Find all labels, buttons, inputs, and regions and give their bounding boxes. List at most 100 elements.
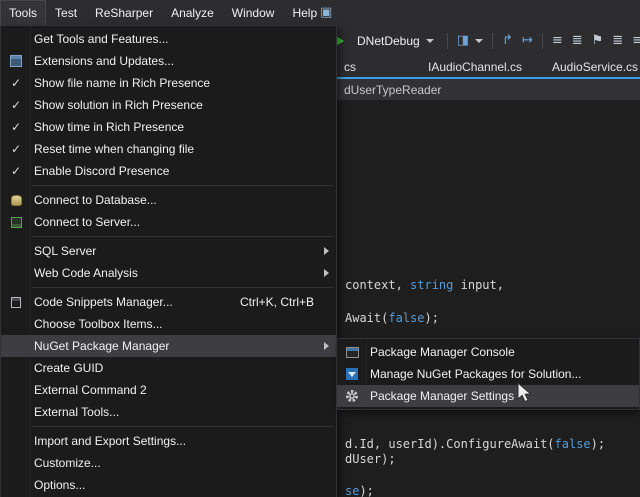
code-text: );	[424, 311, 438, 325]
menu-item-get-tools-and-features[interactable]: Get Tools and Features...	[1, 28, 336, 50]
snippets-icon-shape	[11, 297, 21, 308]
list-members-icon[interactable]: ≣	[612, 33, 623, 48]
chevron-down-icon	[475, 39, 483, 43]
tab-audioservice[interactable]: AudioService.cs	[552, 56, 638, 77]
menu-item-connect-to-server[interactable]: Connect to Server...	[1, 211, 336, 233]
server-icon-shape	[11, 217, 22, 228]
menu-item-web-code-analysis[interactable]: Web Code Analysis	[1, 262, 336, 284]
toolbar-separator	[542, 33, 543, 49]
menu-item-import-export-settings[interactable]: Import and Export Settings...	[1, 430, 336, 452]
type-dropdown[interactable]: dUserTypeReader	[344, 79, 441, 100]
menu-item-label: External Command 2	[34, 383, 147, 397]
nuget-package-icon	[337, 363, 367, 385]
console-icon	[337, 341, 367, 363]
tab-clipped-cs[interactable]: cs	[344, 56, 356, 77]
step-over-icon[interactable]: ↦	[522, 33, 533, 48]
menubar-item-tools[interactable]: Tools	[0, 0, 46, 25]
extensions-icon-shape	[10, 55, 22, 67]
menu-bar: Tools Test ReSharper Analyze Window Help…	[0, 0, 640, 25]
submenu-arrow-icon	[324, 247, 329, 255]
start-debugging-icon[interactable]	[336, 36, 344, 46]
submenu-arrow-icon	[324, 342, 329, 350]
debug-target-selector[interactable]: DNetDebug	[353, 32, 438, 50]
menu-item-choose-toolbox-items[interactable]: Choose Toolbox Items...	[1, 313, 336, 335]
indent-icon[interactable]: ≣	[572, 33, 583, 48]
tools-menu: Get Tools and Features... Extensions and…	[0, 25, 337, 497]
goto-definition-icon[interactable]: ↱	[502, 33, 513, 48]
menu-item-label: Show solution in Rich Presence	[34, 98, 203, 112]
menu-item-code-snippets-manager[interactable]: Code Snippets Manager...Ctrl+K, Ctrl+B	[1, 291, 336, 313]
checkmark-icon: ✓	[1, 138, 31, 160]
menubar-item-resharper[interactable]: ReSharper	[86, 0, 162, 25]
code-keyword: false	[555, 437, 591, 451]
menubar-item-test[interactable]: Test	[46, 0, 86, 25]
menu-item-nuget-package-manager[interactable]: NuGet Package Manager	[1, 335, 336, 357]
menu-item-options[interactable]: Options...	[1, 474, 336, 496]
outdent-icon[interactable]: ≡	[552, 33, 563, 48]
code-keyword: se	[345, 484, 359, 497]
toolbar-separator	[492, 33, 493, 49]
gear-icon-shape	[345, 389, 359, 403]
menu-item-reset-time-changing-file[interactable]: ✓Reset time when changing file	[1, 138, 336, 160]
checkmark-glyph: ✓	[11, 120, 21, 134]
console-icon-shape	[346, 347, 359, 358]
menu-item-show-time-rich-presence[interactable]: ✓Show time in Rich Presence	[1, 116, 336, 138]
menu-item-label: Show file name in Rich Presence	[34, 76, 210, 90]
debug-target-label: DNetDebug	[357, 34, 420, 48]
submenu-item-package-manager-settings[interactable]: Package Manager Settings	[337, 385, 639, 407]
menu-separator	[32, 287, 333, 288]
menu-item-label: External Tools...	[34, 405, 119, 419]
toolbar-items: DNetDebug ◨ ↱ ↦ ≡ ≣ ⚑ ≣ ≡	[336, 25, 640, 56]
extensions-icon	[1, 50, 31, 72]
menu-item-label: SQL Server	[34, 244, 96, 258]
submenu-item-manage-nuget-packages[interactable]: Manage NuGet Packages for Solution...	[337, 363, 639, 385]
menu-item-connect-to-database[interactable]: Connect to Database...	[1, 189, 336, 211]
bookmark-icon[interactable]: ⚑	[592, 33, 604, 48]
checkmark-glyph: ✓	[11, 98, 21, 112]
menu-item-label: Manage NuGet Packages for Solution...	[370, 367, 581, 381]
tab-iaudiochannel[interactable]: IAudioChannel.cs	[428, 56, 522, 77]
menu-item-label: Get Tools and Features...	[34, 32, 169, 46]
chevron-down-icon	[426, 39, 434, 43]
code-line-tail: se);	[345, 484, 374, 497]
menu-item-label: Package Manager Settings	[370, 389, 514, 403]
menu-item-extensions-and-updates[interactable]: Extensions and Updates...	[1, 50, 336, 72]
menu-item-label: Connect to Database...	[34, 193, 157, 207]
toolbar-separator	[447, 33, 448, 49]
menu-item-enable-discord-presence[interactable]: ✓Enable Discord Presence	[1, 160, 336, 182]
code-keyword: false	[388, 311, 424, 325]
checkmark-icon: ✓	[1, 94, 31, 116]
gear-icon	[337, 385, 367, 407]
menu-item-label: Options...	[34, 478, 85, 492]
menu-item-label: Connect to Server...	[34, 215, 140, 229]
menu-separator	[32, 426, 333, 427]
menubar-item-analyze[interactable]: Analyze	[162, 0, 223, 25]
code-line-await: Await(false);	[345, 311, 439, 325]
checkmark-icon: ✓	[1, 160, 31, 182]
code-text: Await(	[345, 311, 388, 325]
wand-dropdown-button[interactable]: ◨	[457, 33, 483, 48]
menu-item-show-solution-rich-presence[interactable]: ✓ Show solution in Rich Presence	[1, 94, 336, 116]
word-wrap-icon[interactable]: ≡	[632, 33, 640, 48]
menubar-item-window[interactable]: Window	[223, 0, 284, 25]
code-line-signature: context, string input,	[345, 278, 504, 292]
menu-item-label: Extensions and Updates...	[34, 54, 174, 68]
menu-item-label: NuGet Package Manager	[34, 339, 169, 353]
submenu-item-package-manager-console[interactable]: Package Manager Console	[337, 341, 639, 363]
server-icon	[1, 211, 31, 233]
menu-item-sql-server[interactable]: SQL Server	[1, 240, 336, 262]
menu-item-external-command-2[interactable]: External Command 2	[1, 379, 336, 401]
snippets-icon	[1, 291, 31, 313]
menu-item-create-guid[interactable]: Create GUID	[1, 357, 336, 379]
nuget-submenu: Package Manager Console Manage NuGet Pac…	[336, 338, 640, 410]
menu-item-show-file-name-rich-presence[interactable]: ✓Show file name in Rich Presence	[1, 72, 336, 94]
menu-item-label: Choose Toolbox Items...	[34, 317, 163, 331]
code-text: dUser);	[345, 452, 396, 466]
code-line-configureawait: d.Id, userId).ConfigureAwait(false);	[345, 437, 605, 451]
checkmark-glyph: ✓	[11, 164, 21, 178]
code-text: );	[359, 484, 373, 497]
code-text: );	[591, 437, 605, 451]
menu-item-external-tools[interactable]: External Tools...	[1, 401, 336, 423]
menu-item-label: Reset time when changing file	[34, 142, 194, 156]
menu-item-customize[interactable]: Customize...	[1, 452, 336, 474]
